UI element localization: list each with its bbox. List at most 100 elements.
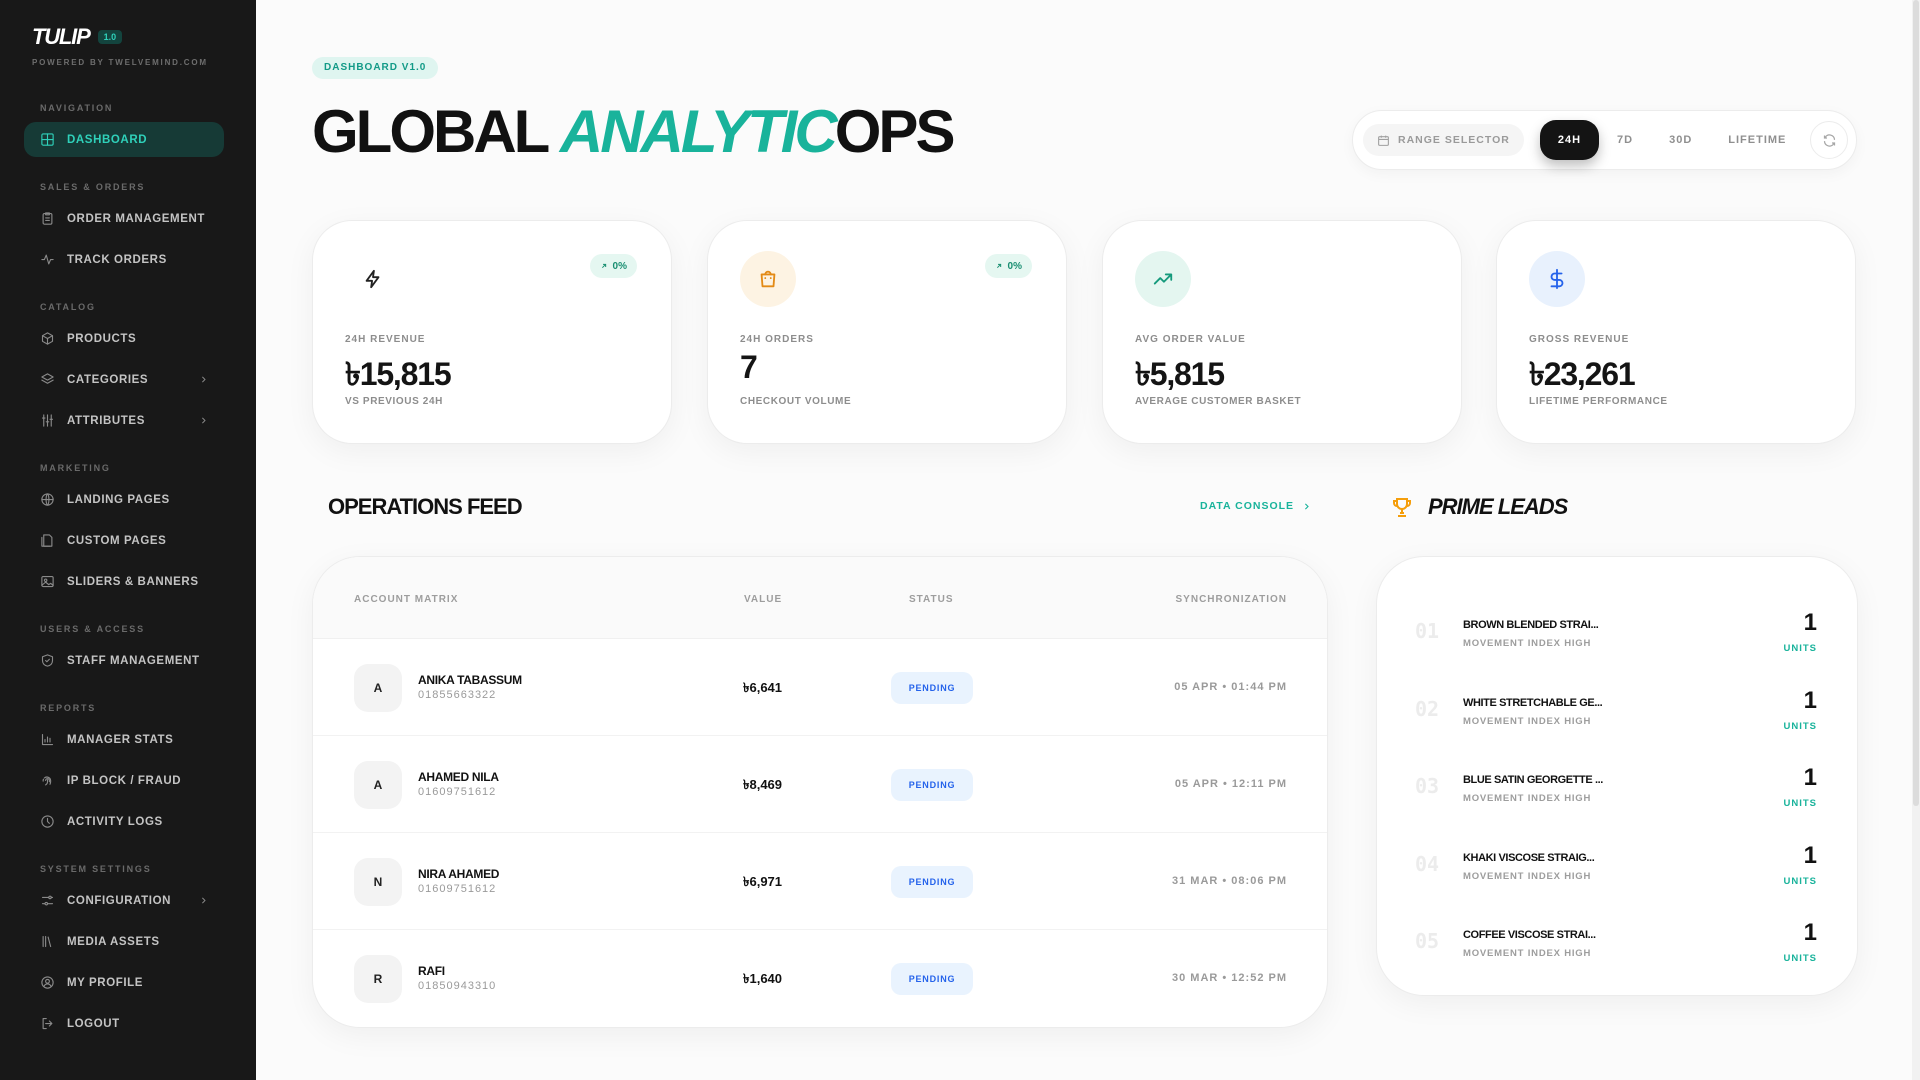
sidebar-item-categories[interactable]: CATEGORIES <box>24 362 224 397</box>
range-selector-label[interactable]: RANGE SELECTOR <box>1363 124 1524 156</box>
sidebar-item-label: ORDER MANAGEMENT <box>67 212 206 225</box>
sidebar-item-products[interactable]: PRODUCTS <box>24 321 224 356</box>
bar-chart-icon <box>40 732 55 747</box>
sidebar-item-my-profile[interactable]: MY PROFILE <box>24 965 224 1000</box>
sidebar-item-track-orders[interactable]: TRACK ORDERS <box>24 242 224 277</box>
sidebar-item-label: DASHBOARD <box>67 133 148 146</box>
zap-icon <box>362 268 384 290</box>
lead-product-name: BLUE SATIN GEORGETTE ... <box>1463 774 1603 786</box>
range-option-30d[interactable]: 30D <box>1651 120 1710 160</box>
sidebar-item-label: ACTIVITY LOGS <box>67 815 163 828</box>
page-title: GLOBAL ANALYTICOPS <box>312 96 956 168</box>
list-item[interactable]: 05 COFFEE VISCOSE STRAI... MOVEMENT INDEX … <box>1377 909 1857 986</box>
col-status: STATUS <box>909 594 954 605</box>
arrow-up-right-icon <box>995 262 1003 270</box>
list-item[interactable]: 03 BLUE SATIN GEORGETTE ... MOVEMENT INDEX… <box>1377 754 1857 831</box>
account-name: RAFI <box>418 964 445 978</box>
sidebar-item-manager-stats[interactable]: MANAGER STATS <box>24 722 224 757</box>
page-title-accent: ANALYTIC <box>559 98 838 165</box>
page-title-part2: OPS <box>834 98 956 165</box>
clipboard-icon <box>40 211 55 226</box>
sidebar-item-order-management[interactable]: ORDER MANAGEMENT <box>24 201 224 236</box>
sidebar-item-landing-pages[interactable]: LANDING PAGES <box>24 482 224 517</box>
list-item[interactable]: 02 WHITE STRETCHABLE GE... MOVEMENT INDEX … <box>1377 677 1857 754</box>
refresh-button[interactable] <box>1810 121 1848 159</box>
trend-value: 0% <box>612 260 627 272</box>
kpi-subtext: AVERAGE CUSTOMER BASKET <box>1135 396 1302 407</box>
kpi-value: ৳23,261 <box>1529 356 1636 392</box>
order-value: ৳6,641 <box>743 680 783 695</box>
table-row[interactable]: A ANIKA TABASSUM 01855663322 ৳6,641 PENDING 0… <box>313 639 1327 736</box>
kpi-icon-badge <box>1135 251 1191 307</box>
user-circle-icon <box>40 975 55 990</box>
table-row[interactable]: R RAFI 01850943310 ৳1,640 PENDING 30 MAR • 12… <box>313 930 1327 1027</box>
lead-index: 01 <box>1415 619 1440 643</box>
range-option-lifetime[interactable]: LIFETIME <box>1710 120 1804 160</box>
table-row[interactable]: A AHAMED NILA 01609751612 ৳8,469 PENDING 05 A… <box>313 736 1327 833</box>
range-option-24h[interactable]: 24H <box>1539 120 1600 160</box>
trend-badge: 0% <box>984 254 1032 278</box>
list-item[interactable]: 01 BROWN BLENDED STRAI... MOVEMENT INDEX H… <box>1377 599 1857 676</box>
account-name: NIRA AHAMED <box>418 867 500 881</box>
brand: TULIP 1.0 POWERED BY TWELVEMIND.COM <box>32 24 208 67</box>
lead-units-label: UNITS <box>1783 720 1817 732</box>
account-phone: 01855663322 <box>418 689 497 701</box>
sidebar-item-sliders-banners[interactable]: SLIDERS & BANNERS <box>24 564 224 599</box>
nav-section-catalog: CATALOG <box>40 302 96 312</box>
lead-index: 02 <box>1415 696 1440 721</box>
nav-section-sales-orders: SALES & ORDERS <box>40 182 146 192</box>
prime-leads-header: PRIME LEADS <box>1390 494 1568 520</box>
kpi-subtext: CHECKOUT VOLUME <box>740 396 852 407</box>
page-scrollbar[interactable] <box>1912 0 1920 1080</box>
kpi-card-24h-orders: 0% 24H ORDERS 7 CHECKOUT VOLUME <box>707 220 1067 444</box>
account-phone: 01609751612 <box>418 786 497 798</box>
sync-timestamp: 05 APR • 01:44 PM <box>1174 681 1287 693</box>
sidebar-item-staff-management[interactable]: STAFF MANAGEMENT <box>24 643 224 678</box>
kpi-subtext: VS PREVIOUS 24H <box>345 396 443 407</box>
layers-icon <box>40 372 55 387</box>
chevron-right-icon <box>199 416 208 425</box>
kpi-subtext: LIFETIME PERFORMANCE <box>1529 396 1668 407</box>
table-row[interactable]: N NIRA AHAMED 01609751612 ৳6,971 PENDING 31 M… <box>313 833 1327 930</box>
data-console-link[interactable]: DATA CONSOLE <box>1200 500 1311 512</box>
status-badge: PENDING <box>891 672 973 704</box>
page-scrollbar-thumb[interactable] <box>1913 0 1919 806</box>
kpi-icon-badge <box>345 251 401 307</box>
refresh-icon <box>1822 133 1837 148</box>
account-phone: 01850943310 <box>418 980 497 992</box>
sidebar-item-media-assets[interactable]: MEDIA ASSETS <box>24 924 224 959</box>
account-name: AHAMED NILA <box>418 770 499 784</box>
sidebar-item-label: TRACK ORDERS <box>67 253 167 266</box>
lead-units-value: 1 <box>1803 919 1817 946</box>
sidebar-item-ip-block-fraud[interactable]: IP BLOCK / FRAUD <box>24 763 224 798</box>
sidebar-item-label: MY PROFILE <box>67 976 144 989</box>
list-item[interactable]: 04 KHAKI VISCOSE STRAIG... MOVEMENT INDEX … <box>1377 832 1857 909</box>
brand-version-badge: 1.0 <box>97 30 123 44</box>
kpi-card-gross-revenue: GROSS REVENUE ৳23,261 LIFETIME PERFORMANCE <box>1496 220 1856 444</box>
operations-feed-title: OPERATIONS FEED <box>328 494 523 519</box>
globe-icon <box>40 492 55 507</box>
avatar: A <box>354 664 402 712</box>
sidebar-item-dashboard[interactable]: DASHBOARD <box>24 122 224 157</box>
kpi-label: AVG ORDER VALUE <box>1135 334 1246 345</box>
prime-leads-list: 01 BROWN BLENDED STRAI... MOVEMENT INDEX H… <box>1376 556 1858 996</box>
lead-product-name: BROWN BLENDED STRAI... <box>1463 619 1599 631</box>
lead-index: 05 <box>1415 929 1440 953</box>
sidebar-item-logout[interactable]: LOGOUT <box>24 1006 224 1041</box>
sidebar-item-label: CATEGORIES <box>67 373 149 386</box>
sidebar-item-activity-logs[interactable]: ACTIVITY LOGS <box>24 804 224 839</box>
sidebar-item-attributes[interactable]: ATTRIBUTES <box>24 403 224 438</box>
lead-index: 03 <box>1415 774 1440 798</box>
lead-units-value: 1 <box>1803 764 1817 791</box>
sidebar-item-configuration[interactable]: CONFIGURATION <box>24 883 224 918</box>
lead-product-name: WHITE STRETCHABLE GE... <box>1463 696 1603 709</box>
lead-units-label: UNITS <box>1783 953 1817 964</box>
brand-logo[interactable]: TULIP <box>32 24 91 50</box>
range-selector: RANGE SELECTOR 24H 7D 30D LIFETIME <box>1352 110 1857 170</box>
col-synchronization: SYNCHRONIZATION <box>1175 594 1287 605</box>
sliders-icon <box>40 413 55 428</box>
sidebar-item-custom-pages[interactable]: CUSTOM PAGES <box>24 523 224 558</box>
sidebar-item-label: PRODUCTS <box>67 332 137 345</box>
chevron-right-icon <box>1302 502 1311 511</box>
range-option-7d[interactable]: 7D <box>1599 120 1651 160</box>
